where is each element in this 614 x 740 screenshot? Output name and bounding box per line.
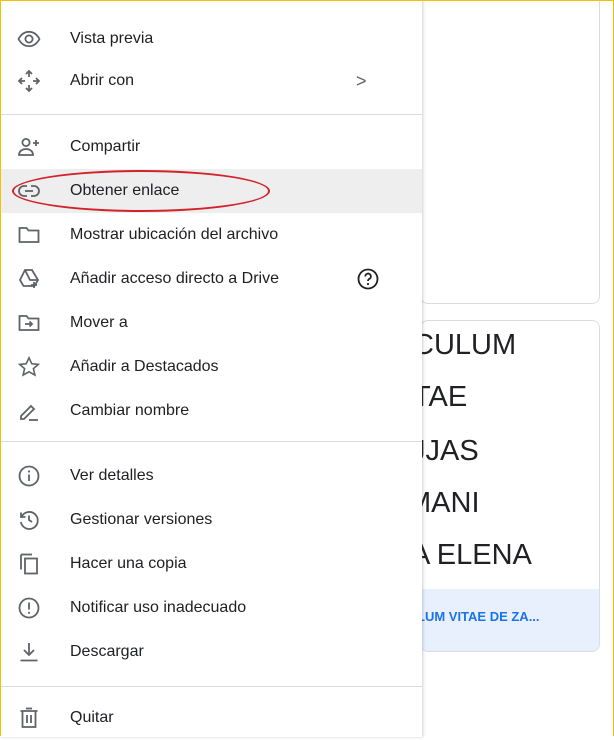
pencil-icon bbox=[16, 398, 42, 424]
file-card-top[interactable] bbox=[420, 0, 600, 304]
menu-item-label: Hacer una copia bbox=[70, 555, 187, 572]
thumbnail-text-line: MANI bbox=[421, 487, 480, 519]
menu-item-label: Descargar bbox=[70, 643, 144, 660]
menu-divider bbox=[0, 686, 422, 687]
file-title: LUM VITAE DE ZA... bbox=[420, 609, 540, 624]
menu-item-open-with[interactable]: Abrir con > bbox=[0, 59, 422, 103]
menu-item-report[interactable]: Notificar uso inadecuado bbox=[0, 586, 422, 630]
menu-item-label: Mover a bbox=[70, 314, 128, 331]
file-card[interactable]: CULUM TAE JJAS MANI A ELENA LUM VITAE DE… bbox=[420, 320, 600, 652]
thumbnail-text-line: JJAS bbox=[421, 435, 479, 467]
download-icon bbox=[16, 639, 42, 665]
folder-icon bbox=[16, 222, 42, 248]
thumbnail-text-line: CULUM bbox=[420, 329, 517, 361]
thumbnail-text-line: A ELENA bbox=[420, 539, 532, 571]
link-icon bbox=[16, 178, 42, 204]
menu-divider bbox=[0, 441, 422, 442]
menu-item-share[interactable]: Compartir bbox=[0, 125, 422, 169]
history-icon bbox=[16, 507, 42, 533]
menu-item-preview[interactable]: Vista previa bbox=[0, 17, 422, 61]
copy-icon bbox=[16, 551, 42, 577]
menu-divider bbox=[0, 114, 422, 115]
trash-icon bbox=[16, 705, 42, 731]
menu-item-add-starred[interactable]: Añadir a Destacados bbox=[0, 345, 422, 389]
help-icon[interactable] bbox=[356, 267, 380, 291]
menu-item-show-location[interactable]: Mostrar ubicación del archivo bbox=[0, 213, 422, 257]
menu-item-label: Vista previa bbox=[70, 30, 154, 47]
menu-item-get-link[interactable]: Obtener enlace bbox=[0, 169, 422, 213]
menu-item-label: Añadir a Destacados bbox=[70, 358, 219, 375]
menu-item-details[interactable]: Ver detalles bbox=[0, 454, 422, 498]
menu-item-label: Quitar bbox=[70, 709, 114, 726]
chevron-right-icon: > bbox=[356, 70, 367, 91]
menu-item-rename[interactable]: Cambiar nombre bbox=[0, 389, 422, 433]
menu-item-label: Notificar uso inadecuado bbox=[70, 599, 247, 616]
move-arrows-icon bbox=[16, 68, 42, 94]
menu-item-label: Ver detalles bbox=[70, 467, 154, 484]
menu-item-label: Gestionar versiones bbox=[70, 511, 213, 528]
menu-item-label: Añadir acceso directo a Drive bbox=[70, 270, 279, 287]
menu-item-label: Compartir bbox=[70, 138, 141, 155]
info-icon bbox=[16, 463, 42, 489]
drive-shortcut-icon bbox=[16, 266, 42, 292]
menu-item-label: Obtener enlace bbox=[70, 182, 180, 199]
file-card-footer[interactable]: LUM VITAE DE ZA... bbox=[421, 589, 599, 651]
menu-item-add-shortcut[interactable]: Añadir acceso directo a Drive bbox=[0, 257, 422, 301]
move-to-folder-icon bbox=[16, 310, 42, 336]
menu-item-label: Cambiar nombre bbox=[70, 402, 190, 419]
eye-icon bbox=[16, 26, 42, 52]
menu-item-versions[interactable]: Gestionar versiones bbox=[0, 498, 422, 542]
context-menu: Vista previa Abrir con > Compartir Obten… bbox=[0, 0, 422, 737]
star-icon bbox=[16, 354, 42, 380]
menu-item-remove[interactable]: Quitar bbox=[0, 696, 422, 740]
thumbnail-text-line: TAE bbox=[421, 381, 468, 413]
add-person-icon bbox=[16, 134, 42, 160]
menu-item-move-to[interactable]: Mover a bbox=[0, 301, 422, 345]
menu-item-label: Abrir con bbox=[70, 72, 135, 89]
menu-item-copy[interactable]: Hacer una copia bbox=[0, 542, 422, 586]
menu-item-label: Mostrar ubicación del archivo bbox=[70, 226, 279, 243]
menu-item-download[interactable]: Descargar bbox=[0, 630, 422, 674]
report-icon bbox=[16, 595, 42, 621]
